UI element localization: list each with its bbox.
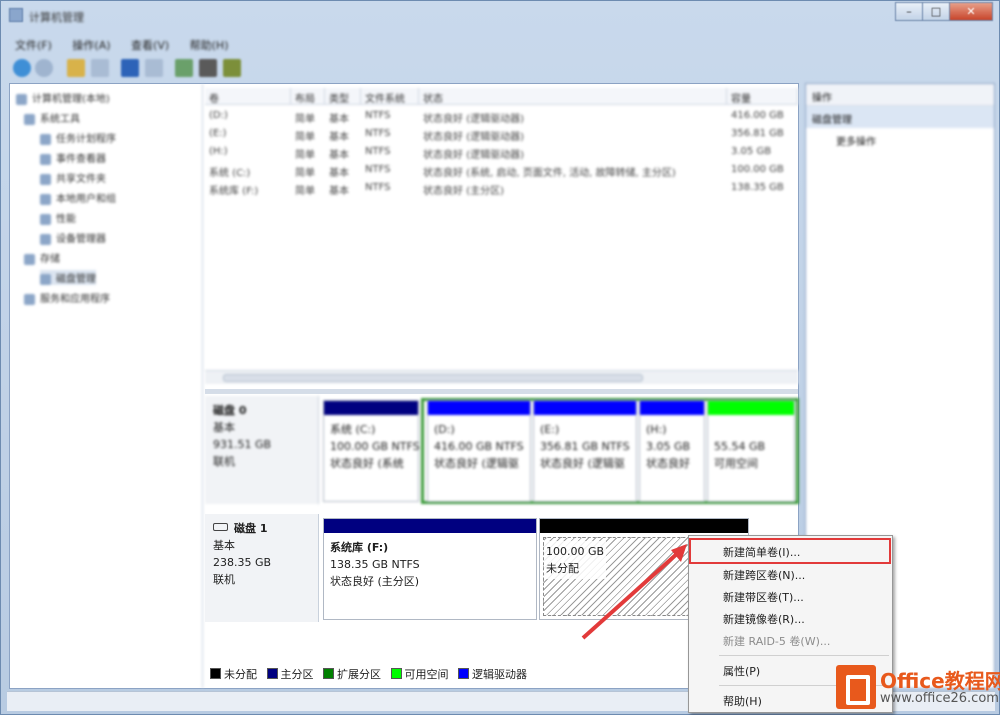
forward-icon[interactable] xyxy=(35,59,53,77)
actions-header: 操作 xyxy=(806,84,994,106)
tree-item-services[interactable]: 服务和应用程序 xyxy=(24,290,110,305)
actions-more[interactable]: 更多操作 xyxy=(806,128,994,153)
highlight-box xyxy=(689,538,891,564)
disk-1-status: 联机 xyxy=(213,573,235,586)
disk-0-label[interactable]: 磁盘 0 基本 931.51 GB 联机 xyxy=(205,396,319,504)
legend-label: 扩展分区 xyxy=(337,668,381,681)
partition-d[interactable]: (D:) 416.00 GB NTFS 状态良好 (逻辑驱 xyxy=(427,400,531,502)
free-space[interactable]: 55.54 GB 可用空间 xyxy=(707,400,795,502)
volume-list: 卷 布局 类型 文件系统 状态 容量 (D:) 简单 基本 NTFS 状态良好 (逻辑驱… xyxy=(205,84,798,392)
legend-label: 主分区 xyxy=(280,668,314,681)
partition-f[interactable]: 系统库 (F:) 138.35 GB NTFS 状态良好 (主分区) xyxy=(323,518,537,620)
tree-item-task-scheduler[interactable]: 任务计划程序 xyxy=(40,130,116,145)
menu-item-help[interactable]: 帮助(H) xyxy=(723,693,762,709)
watermark-url: www.office26.com xyxy=(880,691,999,706)
legend-swatch-primary xyxy=(266,668,278,679)
column-header-volume[interactable]: 卷 xyxy=(205,88,291,105)
menu-action[interactable]: 操作(A) xyxy=(72,37,110,53)
menu-item-new-striped-volume[interactable]: 新建带区卷(T)... xyxy=(723,589,804,605)
pane-splitter[interactable] xyxy=(205,389,798,394)
title-bar: 计算机管理 – □ ✕ xyxy=(1,1,999,31)
disk-0-name: 磁盘 0 xyxy=(213,404,247,417)
menu-item-new-spanned-volume[interactable]: 新建跨区卷(N)... xyxy=(723,567,805,583)
horizontal-scrollbar[interactable] xyxy=(205,370,798,384)
column-header-layout[interactable]: 布局 xyxy=(291,88,325,105)
disk-0-status: 联机 xyxy=(213,455,235,468)
table-row[interactable]: (D:) 简单 基本 NTFS 状态良好 (逻辑驱动器) 416.00 GB xyxy=(205,108,798,125)
table-row[interactable]: (H:) 简单 基本 NTFS 状态良好 (逻辑驱动器) 3.05 GB xyxy=(205,144,798,161)
disk-1-label[interactable]: 磁盘 1 基本 238.35 GB 联机 xyxy=(205,514,319,622)
menu-item-properties[interactable]: 属性(P) xyxy=(723,663,760,679)
legend-swatch-logical xyxy=(458,668,469,679)
tree-item-local-users[interactable]: 本地用户和组 xyxy=(40,190,116,205)
column-header-type[interactable]: 类型 xyxy=(325,88,361,105)
watermark-logo: Office教程网 www.office26.com xyxy=(834,661,1000,715)
hard-disk-icon xyxy=(213,523,228,531)
legend-label: 逻辑驱动器 xyxy=(472,668,527,681)
minimize-button[interactable]: – xyxy=(895,2,923,21)
table-row[interactable]: (E:) 简单 基本 NTFS 状态良好 (逻辑驱动器) 356.81 GB xyxy=(205,126,798,143)
legend-label: 可用空间 xyxy=(404,668,449,681)
legend-swatch-extended xyxy=(323,668,334,679)
help-icon[interactable] xyxy=(121,59,139,77)
menu-bar: 文件(F) 操作(A) 查看(V) 帮助(H) xyxy=(7,34,995,54)
partition-f-name: 系统库 (F:) xyxy=(330,541,389,554)
column-header-filesystem[interactable]: 文件系统 xyxy=(361,88,419,105)
office-logo-icon xyxy=(836,665,876,709)
disk-0-size: 931.51 GB xyxy=(213,438,272,451)
menu-item-new-raid5-volume: 新建 RAID-5 卷(W)... xyxy=(723,635,831,648)
tree-item-disk-management[interactable]: 磁盘管理 xyxy=(40,270,96,285)
window-title: 计算机管理 xyxy=(29,11,84,24)
tree-item-shared-folders[interactable]: 共享文件夹 xyxy=(40,170,106,185)
annotation-arrow xyxy=(581,544,687,640)
disk-tool-icon[interactable] xyxy=(223,59,241,77)
disk-0-type: 基本 xyxy=(213,421,235,434)
show-tree-icon[interactable] xyxy=(91,59,109,77)
menu-help[interactable]: 帮助(H) xyxy=(190,37,229,53)
partition-f-status: 状态良好 (主分区) xyxy=(330,575,420,588)
disk-1-size: 238.35 GB xyxy=(213,556,272,569)
tree-item-root[interactable]: 计算机管理(本地) xyxy=(16,90,110,105)
maximize-button[interactable]: □ xyxy=(922,2,950,21)
column-header-capacity[interactable]: 容量 xyxy=(727,88,798,105)
partition-h[interactable]: (H:) 3.05 GB 状态良好 xyxy=(639,400,705,502)
disk-1-type: 基本 xyxy=(213,539,235,552)
menu-view[interactable]: 查看(V) xyxy=(131,37,169,53)
menu-separator xyxy=(719,655,889,656)
list-view-icon[interactable] xyxy=(145,59,163,77)
tree-item-device-manager[interactable]: 设备管理器 xyxy=(40,230,106,245)
navigation-tree: 计算机管理(本地) 系统工具 任务计划程序 事件查看器 共享文件夹 本地用户和组… xyxy=(10,84,203,688)
table-row[interactable]: 系统 (C:) 简单 基本 NTFS 状态良好 (系统, 启动, 页面文件, 活动, 故… xyxy=(205,162,798,179)
scrollbar-thumb[interactable] xyxy=(223,374,643,382)
legend-label: 未分配 xyxy=(224,668,257,681)
menu-file[interactable]: 文件(F) xyxy=(15,37,52,53)
tree-item-storage[interactable]: 存储 xyxy=(24,250,60,265)
disk-1-name: 磁盘 1 xyxy=(234,522,268,535)
table-row[interactable]: 系统库 (F:) 简单 基本 NTFS 状态良好 (主分区) 138.35 GB xyxy=(205,180,798,197)
menu-item-new-mirrored-volume[interactable]: 新建镜像卷(R)... xyxy=(723,611,805,627)
toolbar xyxy=(7,55,995,81)
tree-item-event-viewer[interactable]: 事件查看器 xyxy=(40,150,106,165)
actions-section-disk-management[interactable]: 磁盘管理 xyxy=(806,106,994,128)
tree-item-system-tools[interactable]: 系统工具 xyxy=(24,110,80,125)
legend: 未分配 主分区 扩展分区 可用空间 逻辑驱动器 xyxy=(210,666,700,686)
up-folder-icon[interactable] xyxy=(67,59,85,77)
back-icon[interactable] xyxy=(13,59,31,77)
computer-management-icon xyxy=(9,8,23,22)
legend-swatch-unallocated xyxy=(210,668,221,679)
partition-f-detail: 138.35 GB NTFS xyxy=(330,558,420,571)
partition-c[interactable]: 系统 (C:) 100.00 GB NTFS 状态良好 (系统 xyxy=(323,400,420,502)
watermark-brand: Office教程网 xyxy=(880,669,1000,693)
cd-icon[interactable] xyxy=(199,59,217,77)
check-icon[interactable] xyxy=(175,59,193,77)
column-header-status[interactable]: 状态 xyxy=(419,88,727,105)
close-button[interactable]: ✕ xyxy=(949,2,993,21)
partition-e[interactable]: (E:) 356.81 GB NTFS 状态良好 (逻辑驱 xyxy=(533,400,637,502)
tree-item-performance[interactable]: 性能 xyxy=(40,210,76,225)
legend-swatch-free xyxy=(390,668,402,679)
disk-0-row: 磁盘 0 基本 931.51 GB 联机 系统 (C:) 100.00 GB NT… xyxy=(205,396,799,506)
